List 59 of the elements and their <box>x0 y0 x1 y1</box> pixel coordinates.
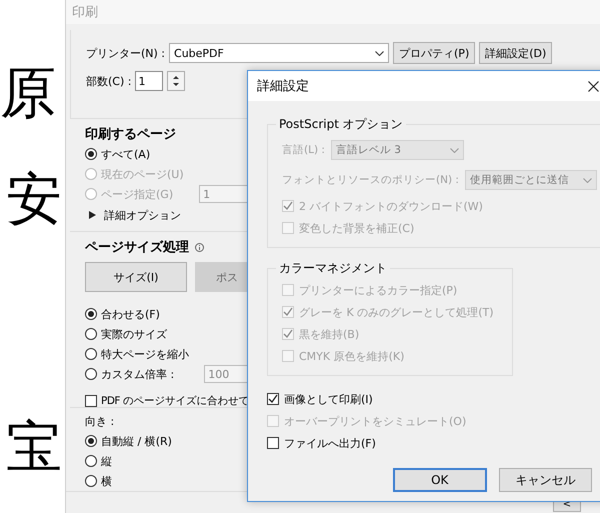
radio-label: ページ指定(G) <box>101 186 174 202</box>
dialog-button[interactable]: キャンセル <box>498 468 592 492</box>
dropdown-caret-icon <box>582 178 592 182</box>
radio-label: カスタム倍率 : <box>101 366 174 382</box>
radio-label: 横 <box>101 474 112 488</box>
field-label: 言語(L) : <box>282 143 325 157</box>
copies-field[interactable]: 1 <box>135 71 164 91</box>
radio-button[interactable] <box>85 148 97 160</box>
dialog-button[interactable]: プロパティ(P) <box>393 42 476 64</box>
radio-label: 合わせる(F) <box>101 306 160 322</box>
checkbox-label: ファイルへ出力(F) <box>284 436 376 450</box>
radio-button[interactable] <box>85 308 97 320</box>
close-icon[interactable] <box>588 80 599 92</box>
checkbox-label: オーバープリントをシミュレート(O) <box>284 414 466 428</box>
section-heading: 印刷するページ <box>85 126 176 143</box>
checkbox[interactable] <box>267 393 279 405</box>
radio-button[interactable] <box>85 475 97 487</box>
checkbox[interactable] <box>85 395 97 407</box>
radio-button[interactable] <box>85 455 97 467</box>
document-glyph: 原 <box>0 66 56 122</box>
radio-label: すべて(A) <box>101 146 150 162</box>
dialog-button[interactable]: 詳細設定(D) <box>479 42 552 64</box>
orientation-label: 向き : <box>85 414 114 428</box>
radio-button[interactable] <box>85 368 97 380</box>
checkbox-label: PDF のページサイズに合わせて <box>101 394 249 408</box>
checkbox-label: 変色した背景を補正(C) <box>299 220 414 236</box>
radio-label: 現在のページ(U) <box>101 166 184 182</box>
window-title: 印刷 <box>72 4 98 21</box>
checkbox-label: 2 バイトフォントのダウンロード(W) <box>299 198 483 214</box>
radio-label: 縦 <box>101 454 112 468</box>
radio-label: 特大ページを縮小 <box>101 346 189 362</box>
checkbox-label: 画像として印刷(I) <box>284 392 373 406</box>
radio-button[interactable] <box>85 348 97 360</box>
field-label: フォントとリソースのポリシー(N) : <box>282 173 459 187</box>
window-title: 詳細設定 <box>257 78 310 95</box>
info-icon[interactable] <box>195 242 204 252</box>
radio-button[interactable] <box>85 328 97 340</box>
radio-button[interactable] <box>85 435 97 447</box>
section-heading: ページサイズ処理 <box>85 239 189 256</box>
radio-label: 自動縦 / 横(R) <box>101 434 172 448</box>
checkbox-label: グレーを K のみのグレーとして処理(T) <box>299 304 494 320</box>
checkbox[interactable] <box>267 437 279 449</box>
checkbox-label: CMYK 原色を維持(K) <box>299 348 404 364</box>
document-glyph: 宝 <box>6 420 62 476</box>
document-glyph: 安 <box>6 172 62 228</box>
checkbox-label: 黒を維持(B) <box>299 326 360 342</box>
radio-label: 実際のサイズ <box>101 326 167 342</box>
printer-label: プリンター(N) : <box>86 46 166 60</box>
dialog-button[interactable]: OK <box>393 468 486 492</box>
group-heading: PostScript オプション <box>278 116 404 133</box>
mode-button[interactable]: サイズ(I) <box>85 262 187 292</box>
checkbox-label: プリンターによるカラー指定(P) <box>299 282 458 298</box>
spinner-icon[interactable] <box>167 71 186 91</box>
dropdown-caret-icon <box>375 50 384 56</box>
copies-label: 部数(C) : <box>86 74 132 88</box>
more-options-link[interactable]: 詳細オプション <box>104 208 181 222</box>
expand-triangle-icon[interactable] <box>89 211 96 219</box>
printer-dropdown[interactable]: CubePDF <box>169 43 390 63</box>
dropdown-caret-icon <box>450 148 459 152</box>
